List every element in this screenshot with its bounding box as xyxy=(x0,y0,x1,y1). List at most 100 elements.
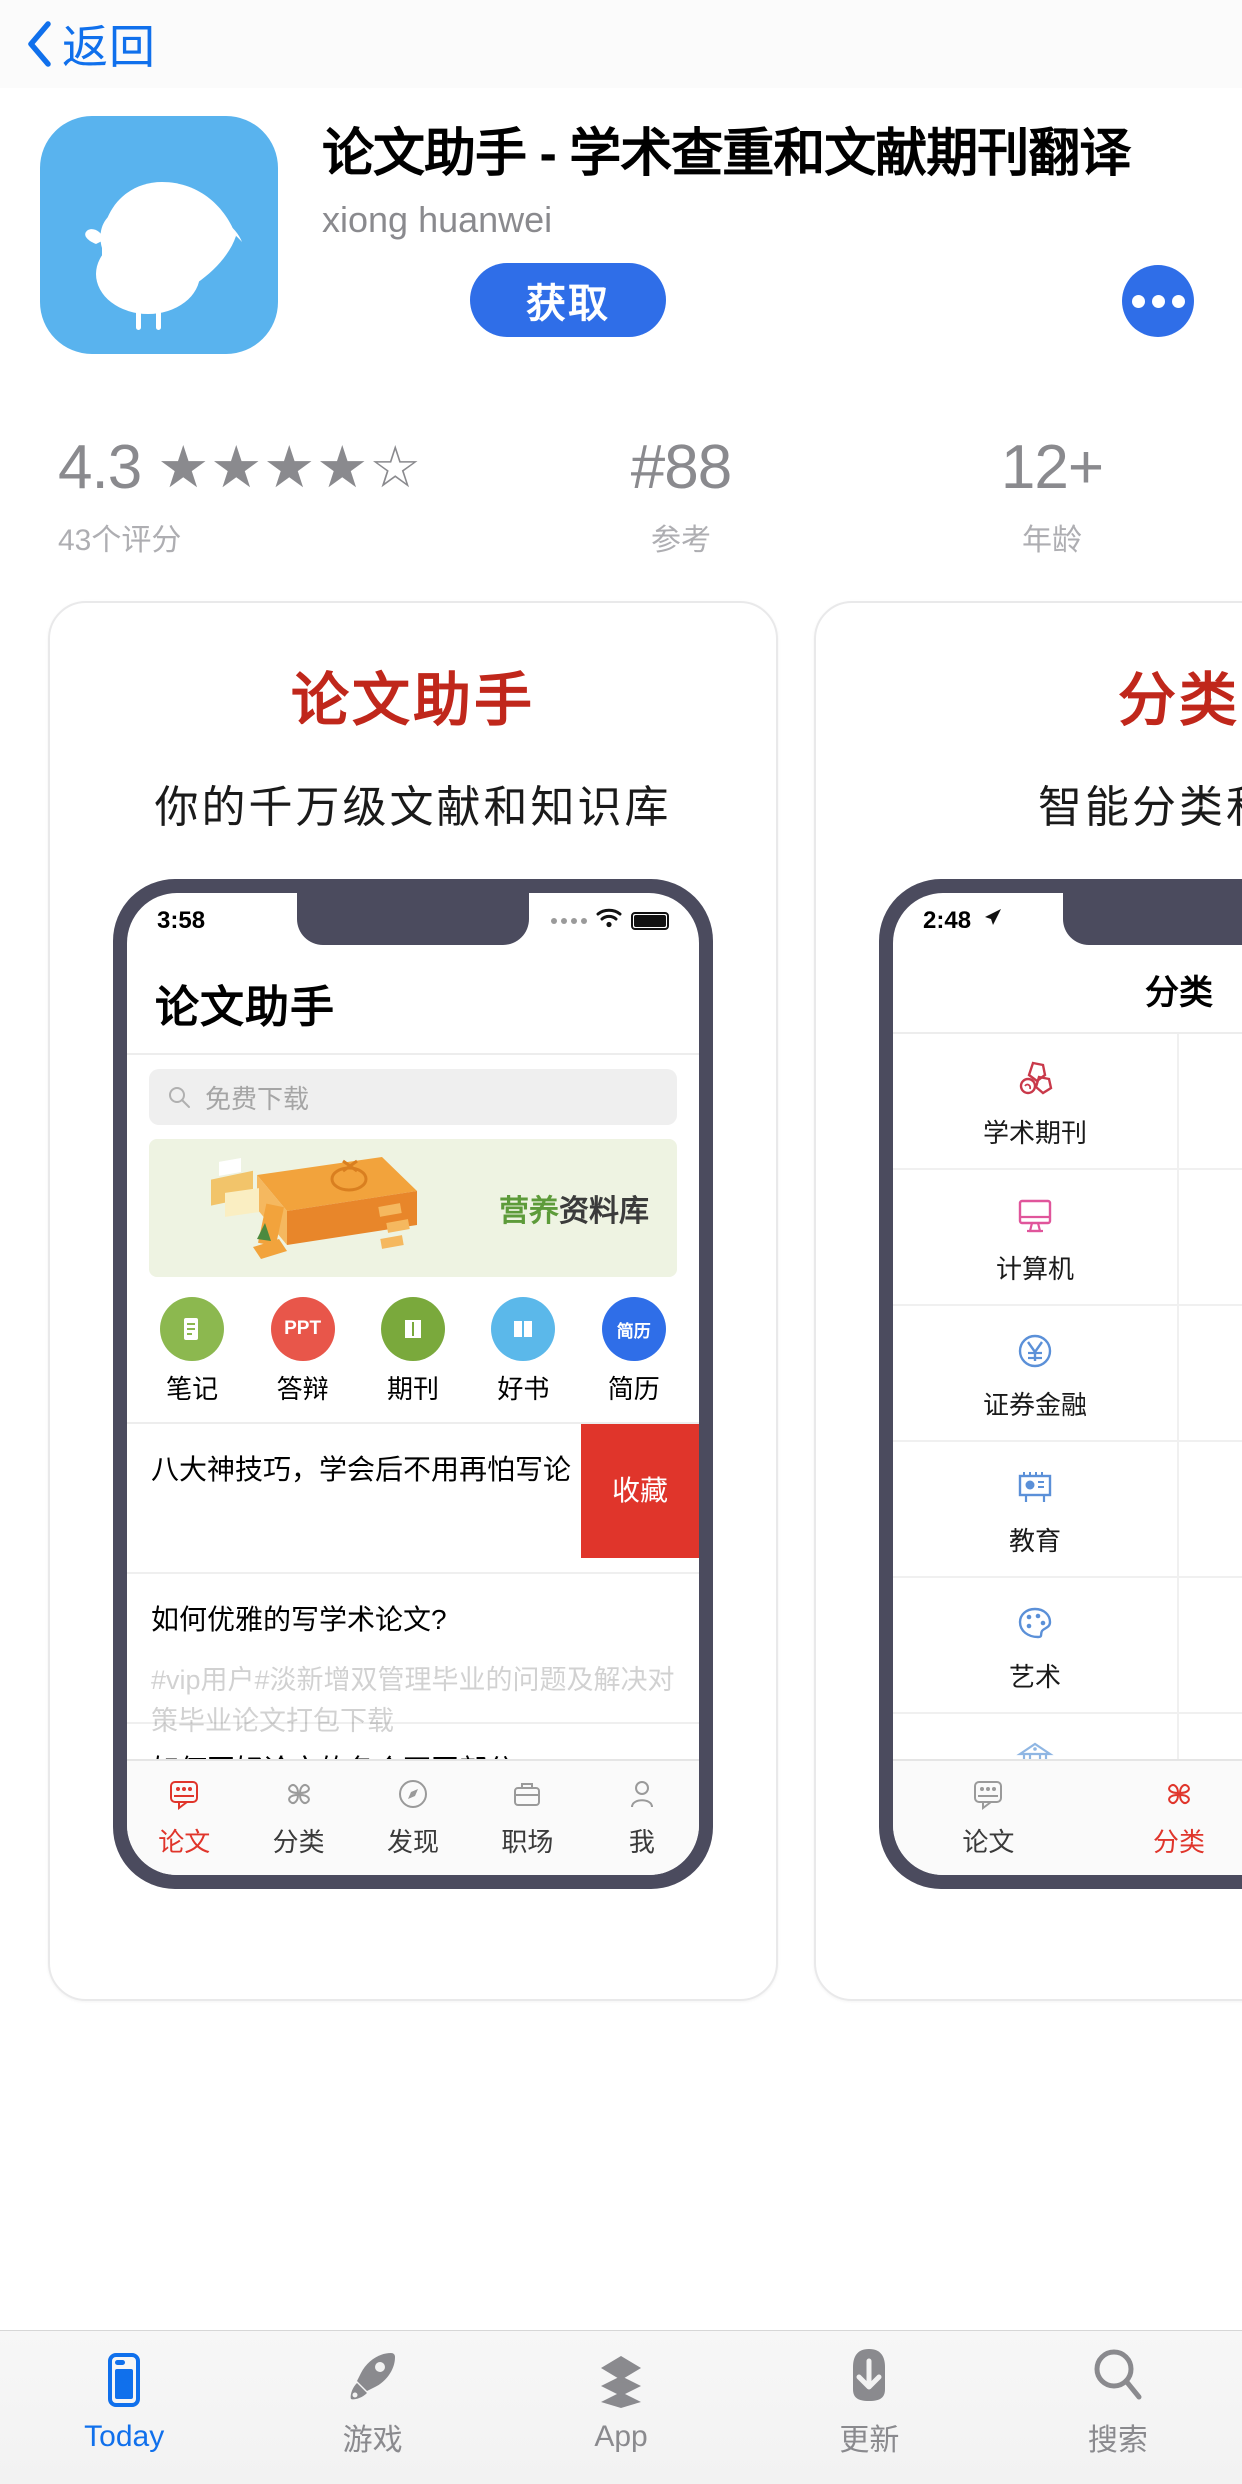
category-cell[interactable]: 管理学 xyxy=(1179,1306,1242,1442)
app-actions: 获取 xyxy=(322,263,1202,338)
category-cell[interactable]: 医药 xyxy=(1179,1034,1242,1170)
category-cell[interactable]: 工商管理 xyxy=(1179,1170,1242,1306)
appstore-tab-bar: Today 游戏 App 更新 搜索 xyxy=(0,2330,1242,2484)
easel-chart-icon xyxy=(1011,1461,1059,1513)
phone-tab-category[interactable]: 分类 xyxy=(241,1761,355,1875)
quick-category-label: 答辩 xyxy=(276,1374,329,1404)
tab-updates[interactable]: 更新 xyxy=(745,2331,993,2484)
phone-tab-paper[interactable]: 论文 xyxy=(893,1761,1084,1875)
tab-today[interactable]: Today xyxy=(0,2331,248,2484)
dot xyxy=(1151,294,1165,308)
quick-category-label: 简历 xyxy=(607,1374,660,1404)
favorite-action-button[interactable]: 收藏 xyxy=(581,1424,699,1558)
screenshot-carousel[interactable]: 论文助手 你的千万级文献和知识库 3:58 论文助手 免费下载 营养资料库 笔记… xyxy=(0,601,1242,2063)
phone-search-bar[interactable]: 免费下载 xyxy=(149,1069,677,1125)
briefcase-icon xyxy=(510,1777,544,1816)
phone-tab-discover[interactable]: 发现 xyxy=(356,1761,470,1875)
more-ellipsis-icon[interactable] xyxy=(1122,265,1194,338)
today-card-icon xyxy=(100,2348,148,2410)
phone-nav-title: 论文助手 xyxy=(155,983,335,1032)
clover-grid-icon xyxy=(1162,1777,1196,1816)
search-placeholder: 免费下载 xyxy=(205,1083,310,1114)
tab-search[interactable]: 搜索 xyxy=(994,2331,1242,2484)
category-cell[interactable]: 证券金融 xyxy=(893,1306,1179,1442)
dot xyxy=(1131,294,1145,308)
category-label: 教育 xyxy=(1008,1525,1061,1556)
star-filled: ★ xyxy=(316,434,368,500)
quick-category-label: 笔记 xyxy=(166,1374,219,1404)
battery-icon xyxy=(631,912,669,930)
promo-banner[interactable]: 营养资料库 xyxy=(149,1139,677,1277)
person-icon xyxy=(625,1777,659,1816)
star-filled: ★ xyxy=(157,434,209,500)
screenshot-subtitle: 智能分类和学 xyxy=(1038,782,1242,833)
quick-category-label: 期刊 xyxy=(386,1374,439,1404)
age-value: 12+ xyxy=(1000,433,1104,502)
category-label: 证券金融 xyxy=(982,1389,1087,1420)
banner-text-dark: 资料库 xyxy=(559,1195,649,1228)
phone-tab-label: 我 xyxy=(628,1827,655,1857)
rocket-icon xyxy=(345,2343,401,2405)
category-cell[interactable]: 学术期刊 xyxy=(893,1034,1179,1170)
screenshot-title: 分类 xyxy=(1117,666,1240,734)
page-title: 论文助手 - 学术查重和文献期刊翻译 xyxy=(322,125,1131,183)
status-time: 2:48 xyxy=(923,907,972,934)
category-cell[interactable]: 法律 xyxy=(1179,1442,1242,1578)
stat-rating[interactable]: 4.3 ★ ★ ★ ★ ☆ 43个评分 xyxy=(40,432,460,559)
star-filled: ★ xyxy=(263,434,315,500)
phone-tab-label: 分类 xyxy=(1152,1827,1205,1857)
back-label: 返回 xyxy=(62,21,156,73)
rank-label: 参考 xyxy=(651,524,711,557)
quick-category-journal[interactable]: 期刊 xyxy=(363,1297,463,1406)
app-header: 论文助手 - 学术查重和文献期刊翻译 xiong huanwei 获取 xyxy=(0,88,1242,354)
phone-mockup-1: 3:58 论文助手 免费下载 营养资料库 笔记 PPT 答辩 期刊 好书 简历 … xyxy=(113,879,713,1889)
category-cell[interactable]: 文学 xyxy=(1179,1578,1242,1714)
phone-tab-profile[interactable]: 我 xyxy=(585,1761,699,1875)
quick-category-resume[interactable]: 简历 简历 xyxy=(584,1297,684,1406)
list-item[interactable]: 八大神技巧，学会后不用再怕写论 收藏 xyxy=(127,1424,699,1574)
screenshot-subtitle: 你的千万级文献和知识库 xyxy=(154,782,672,833)
category-label: 计算机 xyxy=(995,1253,1074,1284)
quick-category-label: 好书 xyxy=(497,1374,550,1404)
quick-category-ppt[interactable]: PPT 答辩 xyxy=(253,1297,353,1406)
signal-dots-icon xyxy=(551,918,587,924)
quick-category-note[interactable]: 笔记 xyxy=(142,1297,242,1406)
dot xyxy=(1171,294,1185,308)
back-button[interactable]: 返回 xyxy=(26,11,156,77)
book-icon xyxy=(491,1297,556,1361)
bird-app-icon[interactable] xyxy=(40,116,278,354)
list-item-text: 如何优雅的写学术论文? xyxy=(151,1604,447,1635)
monitor-icon xyxy=(1011,1189,1059,1241)
list-item-text: 八大神技巧，学会后不用再怕写论 xyxy=(151,1454,572,1485)
screenshot-card-2[interactable]: 分类 智能分类和学 2:48 分类 学术期刊 xyxy=(814,601,1242,2001)
quick-category-book[interactable]: 好书 xyxy=(473,1297,573,1406)
stat-rank[interactable]: #88 参考 xyxy=(460,432,902,559)
screenshot-card-1[interactable]: 论文助手 你的千万级文献和知识库 3:58 论文助手 免费下载 营养资料库 笔记… xyxy=(48,601,778,2001)
developer-name[interactable]: xiong huanwei xyxy=(322,199,1202,241)
stat-age[interactable]: 12+ 年龄 xyxy=(902,432,1202,559)
tab-apps[interactable]: App xyxy=(497,2331,745,2484)
yen-circle-icon xyxy=(1011,1325,1059,1377)
tab-games[interactable]: 游戏 xyxy=(248,2331,496,2484)
journal-icon xyxy=(380,1297,445,1361)
star-filled: ★ xyxy=(210,434,262,500)
search-icon xyxy=(1092,2343,1144,2405)
phone-tab-category[interactable]: 分类 xyxy=(1084,1761,1242,1875)
phone-tab-workplace[interactable]: 职场 xyxy=(470,1761,584,1875)
phone-tab-paper[interactable]: 论文 xyxy=(127,1761,241,1875)
banner-text-green: 营养 xyxy=(499,1195,559,1228)
clover-grid-icon xyxy=(282,1777,316,1816)
status-time: 3:58 xyxy=(157,907,206,934)
rating-stars: ★ ★ ★ ★ ☆ xyxy=(157,434,421,500)
wifi-icon xyxy=(595,907,623,936)
category-cell[interactable]: 计算机 xyxy=(893,1170,1179,1306)
category-cell[interactable]: 教育 xyxy=(893,1442,1179,1578)
note-icon xyxy=(160,1297,225,1361)
category-cell[interactable]: 艺术 xyxy=(893,1578,1179,1714)
phone-mockup-2: 2:48 分类 学术期刊 计算机 证券金融 教育 艺术 论文 分类 xyxy=(879,879,1242,1889)
get-button[interactable]: 获取 xyxy=(470,263,666,338)
phone-tab-label: 发现 xyxy=(387,1827,440,1857)
list-item[interactable]: 如何优雅的写学术论文? xyxy=(127,1574,699,1724)
download-arrow-icon xyxy=(845,2343,893,2405)
app-meta: 论文助手 - 学术查重和文献期刊翻译 xiong huanwei 获取 xyxy=(278,116,1202,354)
